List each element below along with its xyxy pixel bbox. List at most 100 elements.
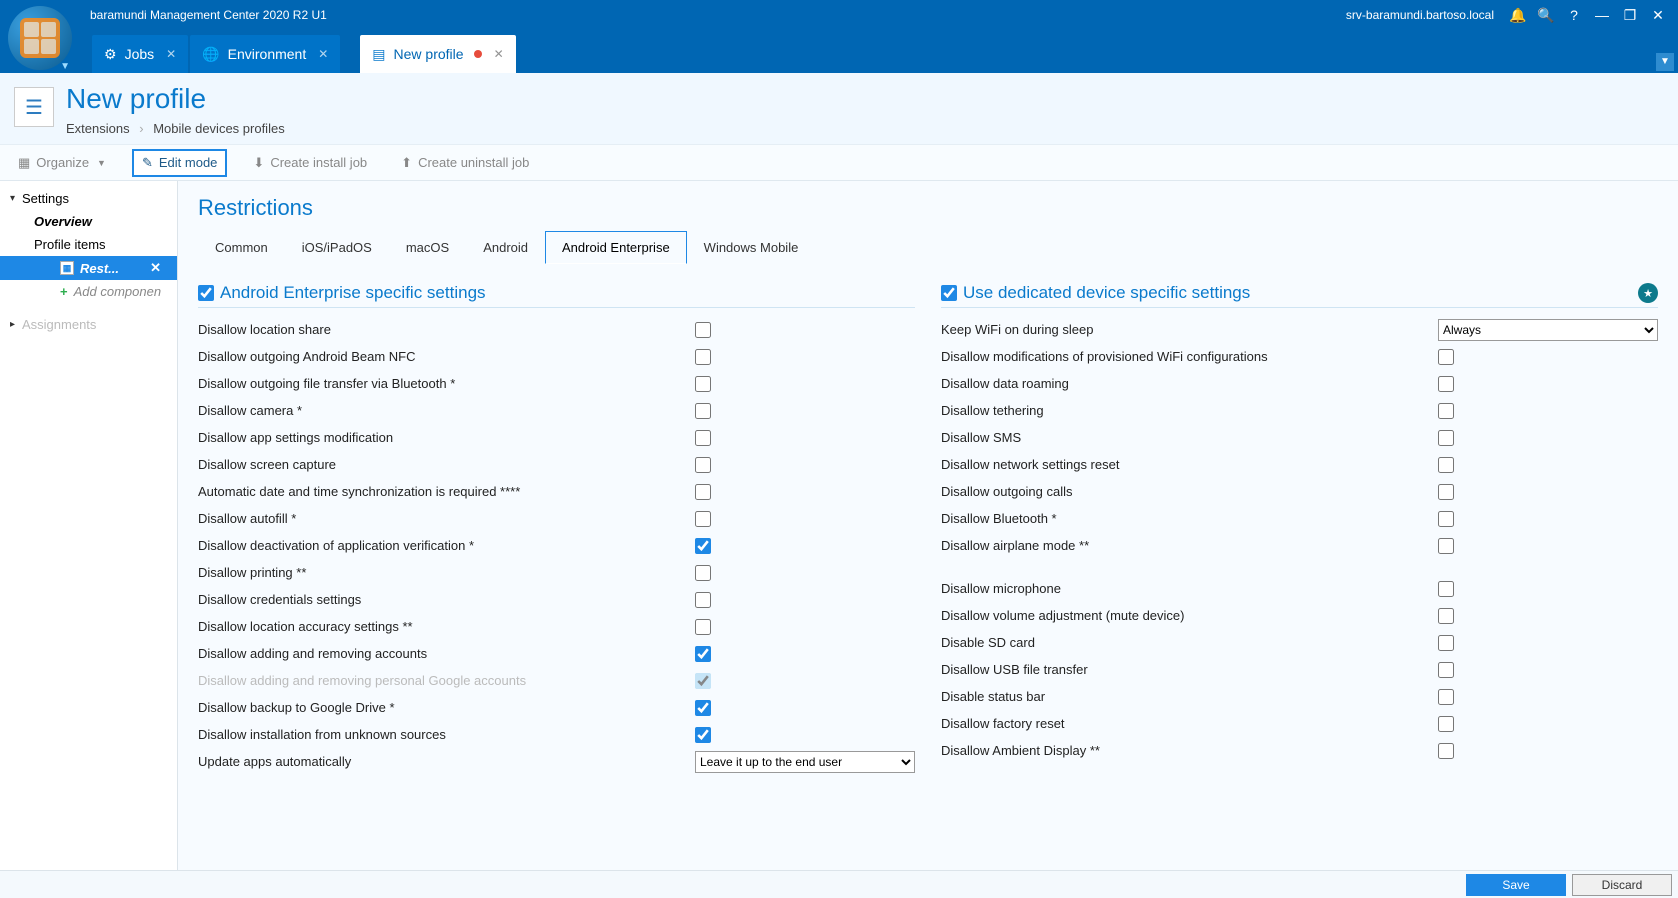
- tab-close-icon[interactable]: ✕: [166, 47, 176, 61]
- setting-label: Disallow microphone: [941, 581, 1438, 596]
- sidebar-overview[interactable]: Overview: [0, 210, 177, 233]
- sidebar-settings[interactable]: ▾ Settings: [0, 187, 177, 210]
- setting-checkbox[interactable]: [695, 592, 711, 608]
- setting-checkbox[interactable]: [695, 376, 711, 392]
- setting-checkbox[interactable]: [1438, 538, 1454, 554]
- setting-checkbox[interactable]: [1438, 581, 1454, 597]
- maximize-icon[interactable]: ❐: [1616, 7, 1644, 24]
- setting-row: Disallow screen capture: [198, 451, 915, 478]
- setting-checkbox[interactable]: [695, 484, 711, 500]
- setting-label: Disallow screen capture: [198, 457, 695, 472]
- subtab-android[interactable]: Android: [466, 231, 545, 264]
- tab-spacer: [342, 35, 358, 73]
- setting-checkbox[interactable]: [695, 457, 711, 473]
- setting-row: Disallow deactivation of application ver…: [198, 532, 915, 559]
- setting-checkbox[interactable]: [695, 538, 711, 554]
- section-checkbox[interactable]: [198, 285, 214, 301]
- setting-select[interactable]: Always: [1438, 319, 1658, 341]
- setting-row: Disallow microphone: [941, 575, 1658, 602]
- tab-environment[interactable]: 🌐 Environment ✕: [190, 35, 340, 73]
- subtab-macos[interactable]: macOS: [389, 231, 466, 264]
- setting-checkbox[interactable]: [695, 322, 711, 338]
- setting-row: Disallow tethering: [941, 397, 1658, 424]
- setting-label: Disallow installation from unknown sourc…: [198, 727, 695, 742]
- create-install-button[interactable]: ⬇ Create install job: [245, 151, 375, 175]
- setting-checkbox[interactable]: [1438, 635, 1454, 651]
- subtab-android-enterprise[interactable]: Android Enterprise: [545, 231, 687, 264]
- setting-row: Disallow network settings reset: [941, 451, 1658, 478]
- sidebar-restrictions[interactable]: ▦ Rest... ✕: [0, 256, 177, 280]
- tab-jobs[interactable]: ⚙ Jobs ✕: [92, 35, 188, 73]
- setting-checkbox[interactable]: [1438, 349, 1454, 365]
- search-icon[interactable]: 🔍: [1532, 7, 1560, 24]
- edit-mode-button[interactable]: ✎ Edit mode: [132, 149, 227, 177]
- create-uninstall-button[interactable]: ⬆ Create uninstall job: [393, 151, 537, 175]
- minimize-icon[interactable]: —: [1588, 7, 1616, 23]
- close-icon[interactable]: ✕: [150, 260, 161, 276]
- subtab-ios-ipados[interactable]: iOS/iPadOS: [285, 231, 389, 264]
- setting-row: Disallow Ambient Display **: [941, 737, 1658, 764]
- setting-checkbox[interactable]: [695, 349, 711, 365]
- tab-label: New profile: [394, 46, 464, 62]
- subtab-common[interactable]: Common: [198, 231, 285, 264]
- breadcrumb-item[interactable]: Extensions: [66, 121, 130, 136]
- setting-label: Update apps automatically: [198, 754, 695, 769]
- setting-checkbox[interactable]: [1438, 511, 1454, 527]
- sidebar-assignments[interactable]: ▸ Assignments: [0, 313, 177, 336]
- setting-checkbox[interactable]: [695, 646, 711, 662]
- setting-checkbox[interactable]: [1438, 743, 1454, 759]
- setting-checkbox[interactable]: [1438, 662, 1454, 678]
- subtab-windows-mobile[interactable]: Windows Mobile: [687, 231, 816, 264]
- section-title: Use dedicated device specific settings: [963, 283, 1250, 303]
- setting-label: Disallow camera *: [198, 403, 695, 418]
- setting-checkbox[interactable]: [1438, 716, 1454, 732]
- setting-checkbox[interactable]: [1438, 376, 1454, 392]
- setting-label: Disallow adding and removing accounts: [198, 646, 695, 661]
- setting-label: Disallow SMS: [941, 430, 1438, 445]
- setting-checkbox[interactable]: [695, 727, 711, 743]
- setting-label: Disable SD card: [941, 635, 1438, 650]
- subtabs: CommoniOS/iPadOSmacOSAndroidAndroid Ente…: [198, 231, 1658, 265]
- tab-new-profile[interactable]: ▤ New profile ✕: [360, 35, 515, 73]
- app-logo[interactable]: ▼: [8, 6, 72, 70]
- setting-select[interactable]: Leave it up to the end user: [695, 751, 915, 773]
- close-icon[interactable]: ✕: [1644, 7, 1672, 24]
- uninstall-icon: ⬆: [401, 155, 412, 171]
- chevron-right-icon: ›: [139, 121, 143, 136]
- setting-row: Automatic date and time synchronization …: [198, 478, 915, 505]
- organize-button[interactable]: ▦ Organize ▼: [10, 151, 114, 175]
- profile-icon: ▤: [372, 46, 385, 63]
- setting-checkbox[interactable]: [1438, 457, 1454, 473]
- star-badge[interactable]: ★: [1638, 283, 1658, 303]
- setting-checkbox[interactable]: [695, 700, 711, 716]
- tab-close-icon[interactable]: ✕: [494, 47, 504, 61]
- section-checkbox[interactable]: [941, 285, 957, 301]
- discard-button[interactable]: Discard: [1572, 874, 1672, 896]
- setting-label: Disallow app settings modification: [198, 430, 695, 445]
- setting-checkbox[interactable]: [1438, 403, 1454, 419]
- tab-close-icon[interactable]: ✕: [318, 47, 328, 61]
- dirty-indicator: [474, 50, 482, 58]
- plus-icon: +: [60, 284, 68, 299]
- setting-checkbox[interactable]: [695, 565, 711, 581]
- setting-checkbox[interactable]: [1438, 430, 1454, 446]
- bell-icon[interactable]: 🔔: [1504, 7, 1532, 24]
- sidebar-profile-items[interactable]: Profile items: [0, 233, 177, 256]
- setting-checkbox[interactable]: [1438, 484, 1454, 500]
- setting-checkbox[interactable]: [695, 619, 711, 635]
- setting-checkbox[interactable]: [695, 403, 711, 419]
- setting-label: Disallow factory reset: [941, 716, 1438, 731]
- tab-label: Jobs: [125, 46, 155, 62]
- setting-row: Disallow installation from unknown sourc…: [198, 721, 915, 748]
- setting-row: Disallow credentials settings: [198, 586, 915, 613]
- help-icon[interactable]: ?: [1560, 7, 1588, 23]
- save-button[interactable]: Save: [1466, 874, 1566, 896]
- setting-checkbox[interactable]: [1438, 608, 1454, 624]
- setting-checkbox[interactable]: [1438, 689, 1454, 705]
- sidebar-add-component[interactable]: + Add componen: [0, 280, 177, 303]
- tabs-dropdown[interactable]: ▼: [1656, 53, 1674, 71]
- setting-checkbox[interactable]: [695, 511, 711, 527]
- setting-checkbox[interactable]: [695, 430, 711, 446]
- breadcrumb-item[interactable]: Mobile devices profiles: [153, 121, 285, 136]
- titlebar: baramundi Management Center 2020 R2 U1 s…: [0, 0, 1678, 30]
